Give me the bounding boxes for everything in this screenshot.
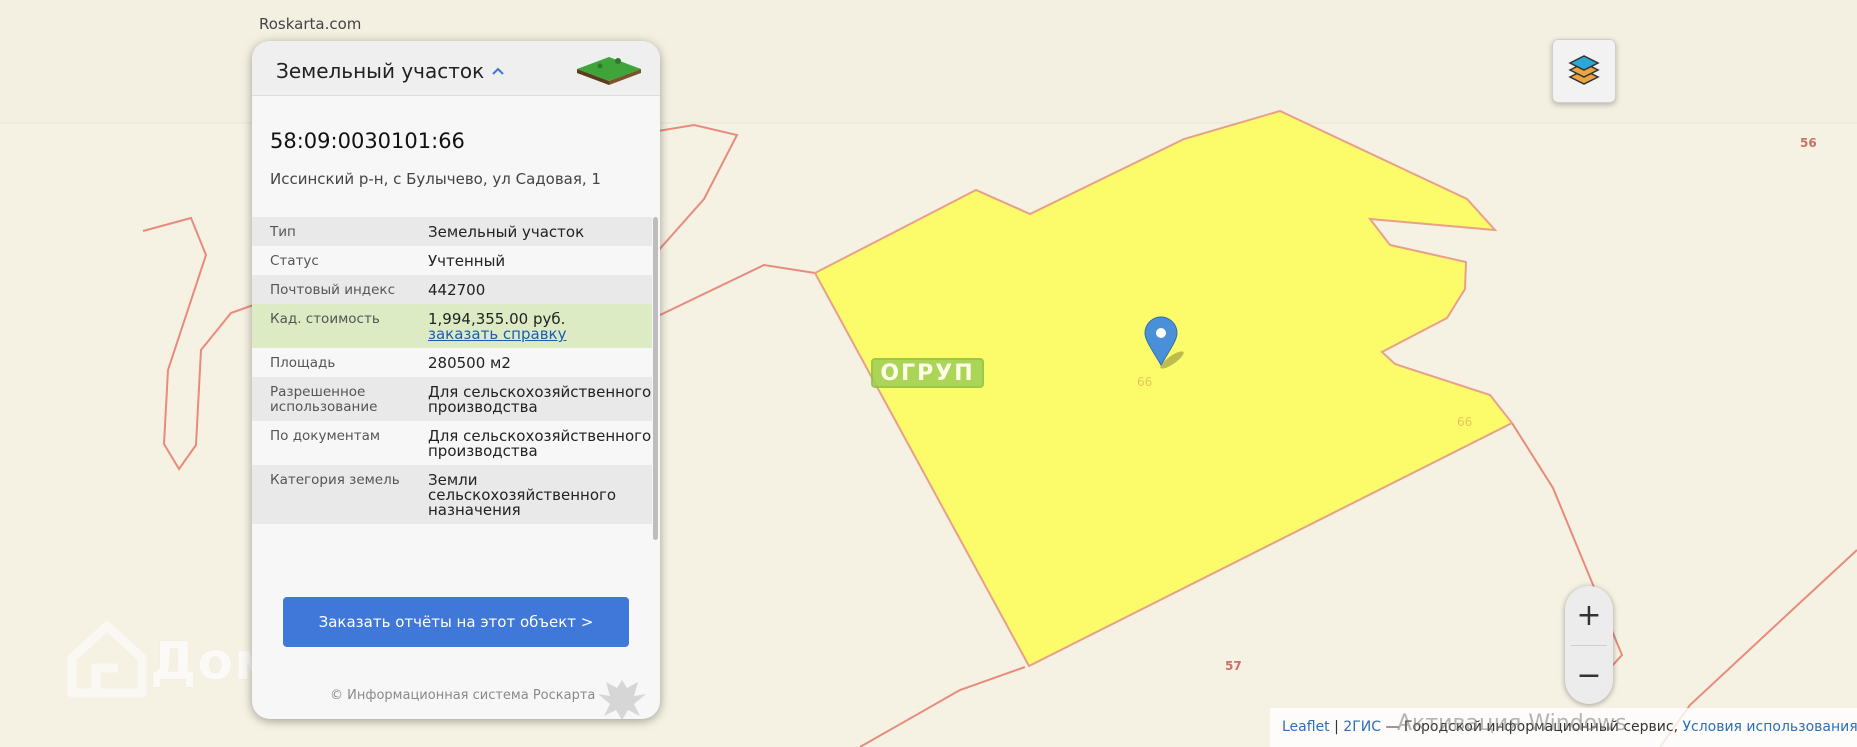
properties-table: Тип Земельный участок Статус Учтенный По… — [252, 217, 652, 524]
table-row: Почтовый индекс 442700 — [252, 275, 652, 304]
parcel-label: 66 — [1457, 415, 1473, 429]
property-key: Статус — [270, 253, 319, 269]
leaflet-link[interactable]: Leaflet — [1282, 719, 1330, 735]
info-panel: Земельный участок 58:09:0030101:66 Иссин… — [252, 41, 660, 719]
eagle-emblem-icon — [598, 680, 646, 719]
table-row: По документам Для сельскохозяйственного … — [252, 421, 652, 465]
table-row: Площадь 280500 м2 — [252, 348, 652, 377]
selected-parcel[interactable] — [813, 109, 1514, 668]
property-key: Разрешенное использование — [270, 384, 378, 415]
parcel-address: Иссинский р-н, с Булычево, ул Садовая, 1 — [270, 170, 601, 188]
property-value: 442700 — [428, 281, 486, 299]
property-key: Тип — [270, 224, 296, 240]
table-row: Статус Учтенный — [252, 246, 652, 275]
parcel-label: 57 — [1225, 659, 1242, 673]
windows-activation-overlay: Активация Windows — [1397, 711, 1627, 736]
property-value: Учтенный — [428, 252, 506, 270]
property-key: По документам — [270, 428, 381, 444]
property-value: Земельный участок — [428, 223, 585, 241]
property-value: Земли сельскохозяйственного назначения — [428, 471, 617, 519]
land-plot-icon — [577, 57, 641, 85]
table-row: Кад. стоимость 1,994,355.00 руб. заказат… — [252, 304, 652, 348]
parcel-boundary — [657, 123, 739, 252]
chevron-up-icon[interactable] — [490, 63, 506, 79]
attribution-separator: | — [1329, 719, 1344, 735]
table-row: Разрешенное использование Для сельскохоз… — [252, 377, 652, 421]
zoom-out-button[interactable]: − — [1565, 646, 1613, 704]
parcel-label: 56 — [1800, 136, 1817, 150]
property-value: 280500 м2 — [428, 354, 511, 372]
table-row: Тип Земельный участок — [252, 217, 652, 246]
property-key: Почтовый индекс — [270, 282, 396, 298]
zoom-control: + − — [1565, 586, 1613, 704]
property-value: 1,994,355.00 руб. заказать справку — [412, 304, 652, 348]
copyright-text: © Информационная система Роскарта — [330, 688, 596, 703]
2gis-link[interactable]: 2ГИС — [1343, 719, 1381, 735]
order-reports-button[interactable]: Заказать отчёты на этот объект > — [283, 597, 629, 647]
cadastral-number: 58:09:0030101:66 — [270, 129, 465, 153]
layers-button[interactable] — [1552, 39, 1616, 103]
property-key: Кад. стоимость — [270, 311, 380, 327]
order-certificate-link[interactable]: заказать справку — [428, 327, 652, 342]
property-key: Категория земель — [270, 472, 400, 488]
parcel-boundary — [859, 666, 1026, 747]
parcel-boundary — [142, 216, 260, 471]
panel-header: Земельный участок — [252, 41, 660, 96]
property-key: Площадь — [270, 355, 336, 371]
ogrup-badge: ОГРУП — [871, 358, 984, 388]
property-value: Для сельскохозяйственного производства — [428, 427, 652, 460]
panel-title: Земельный участок — [276, 59, 485, 83]
layers-icon — [1568, 55, 1600, 85]
terms-link[interactable]: Условия использования — [1682, 719, 1857, 735]
table-row: Категория земель Земли сельскохозяйствен… — [252, 465, 652, 524]
site-name[interactable]: Roskarta.com — [259, 15, 361, 33]
panel-body: 58:09:0030101:66 Иссинский р-н, с Булыче… — [252, 96, 660, 719]
property-value: Для сельскохозяйственного производства — [428, 383, 652, 416]
panel-scrollbar[interactable] — [653, 217, 658, 540]
parcel-label: 66 — [1137, 375, 1153, 389]
zoom-in-button[interactable]: + — [1565, 586, 1613, 645]
parcel-boundary — [657, 263, 816, 317]
